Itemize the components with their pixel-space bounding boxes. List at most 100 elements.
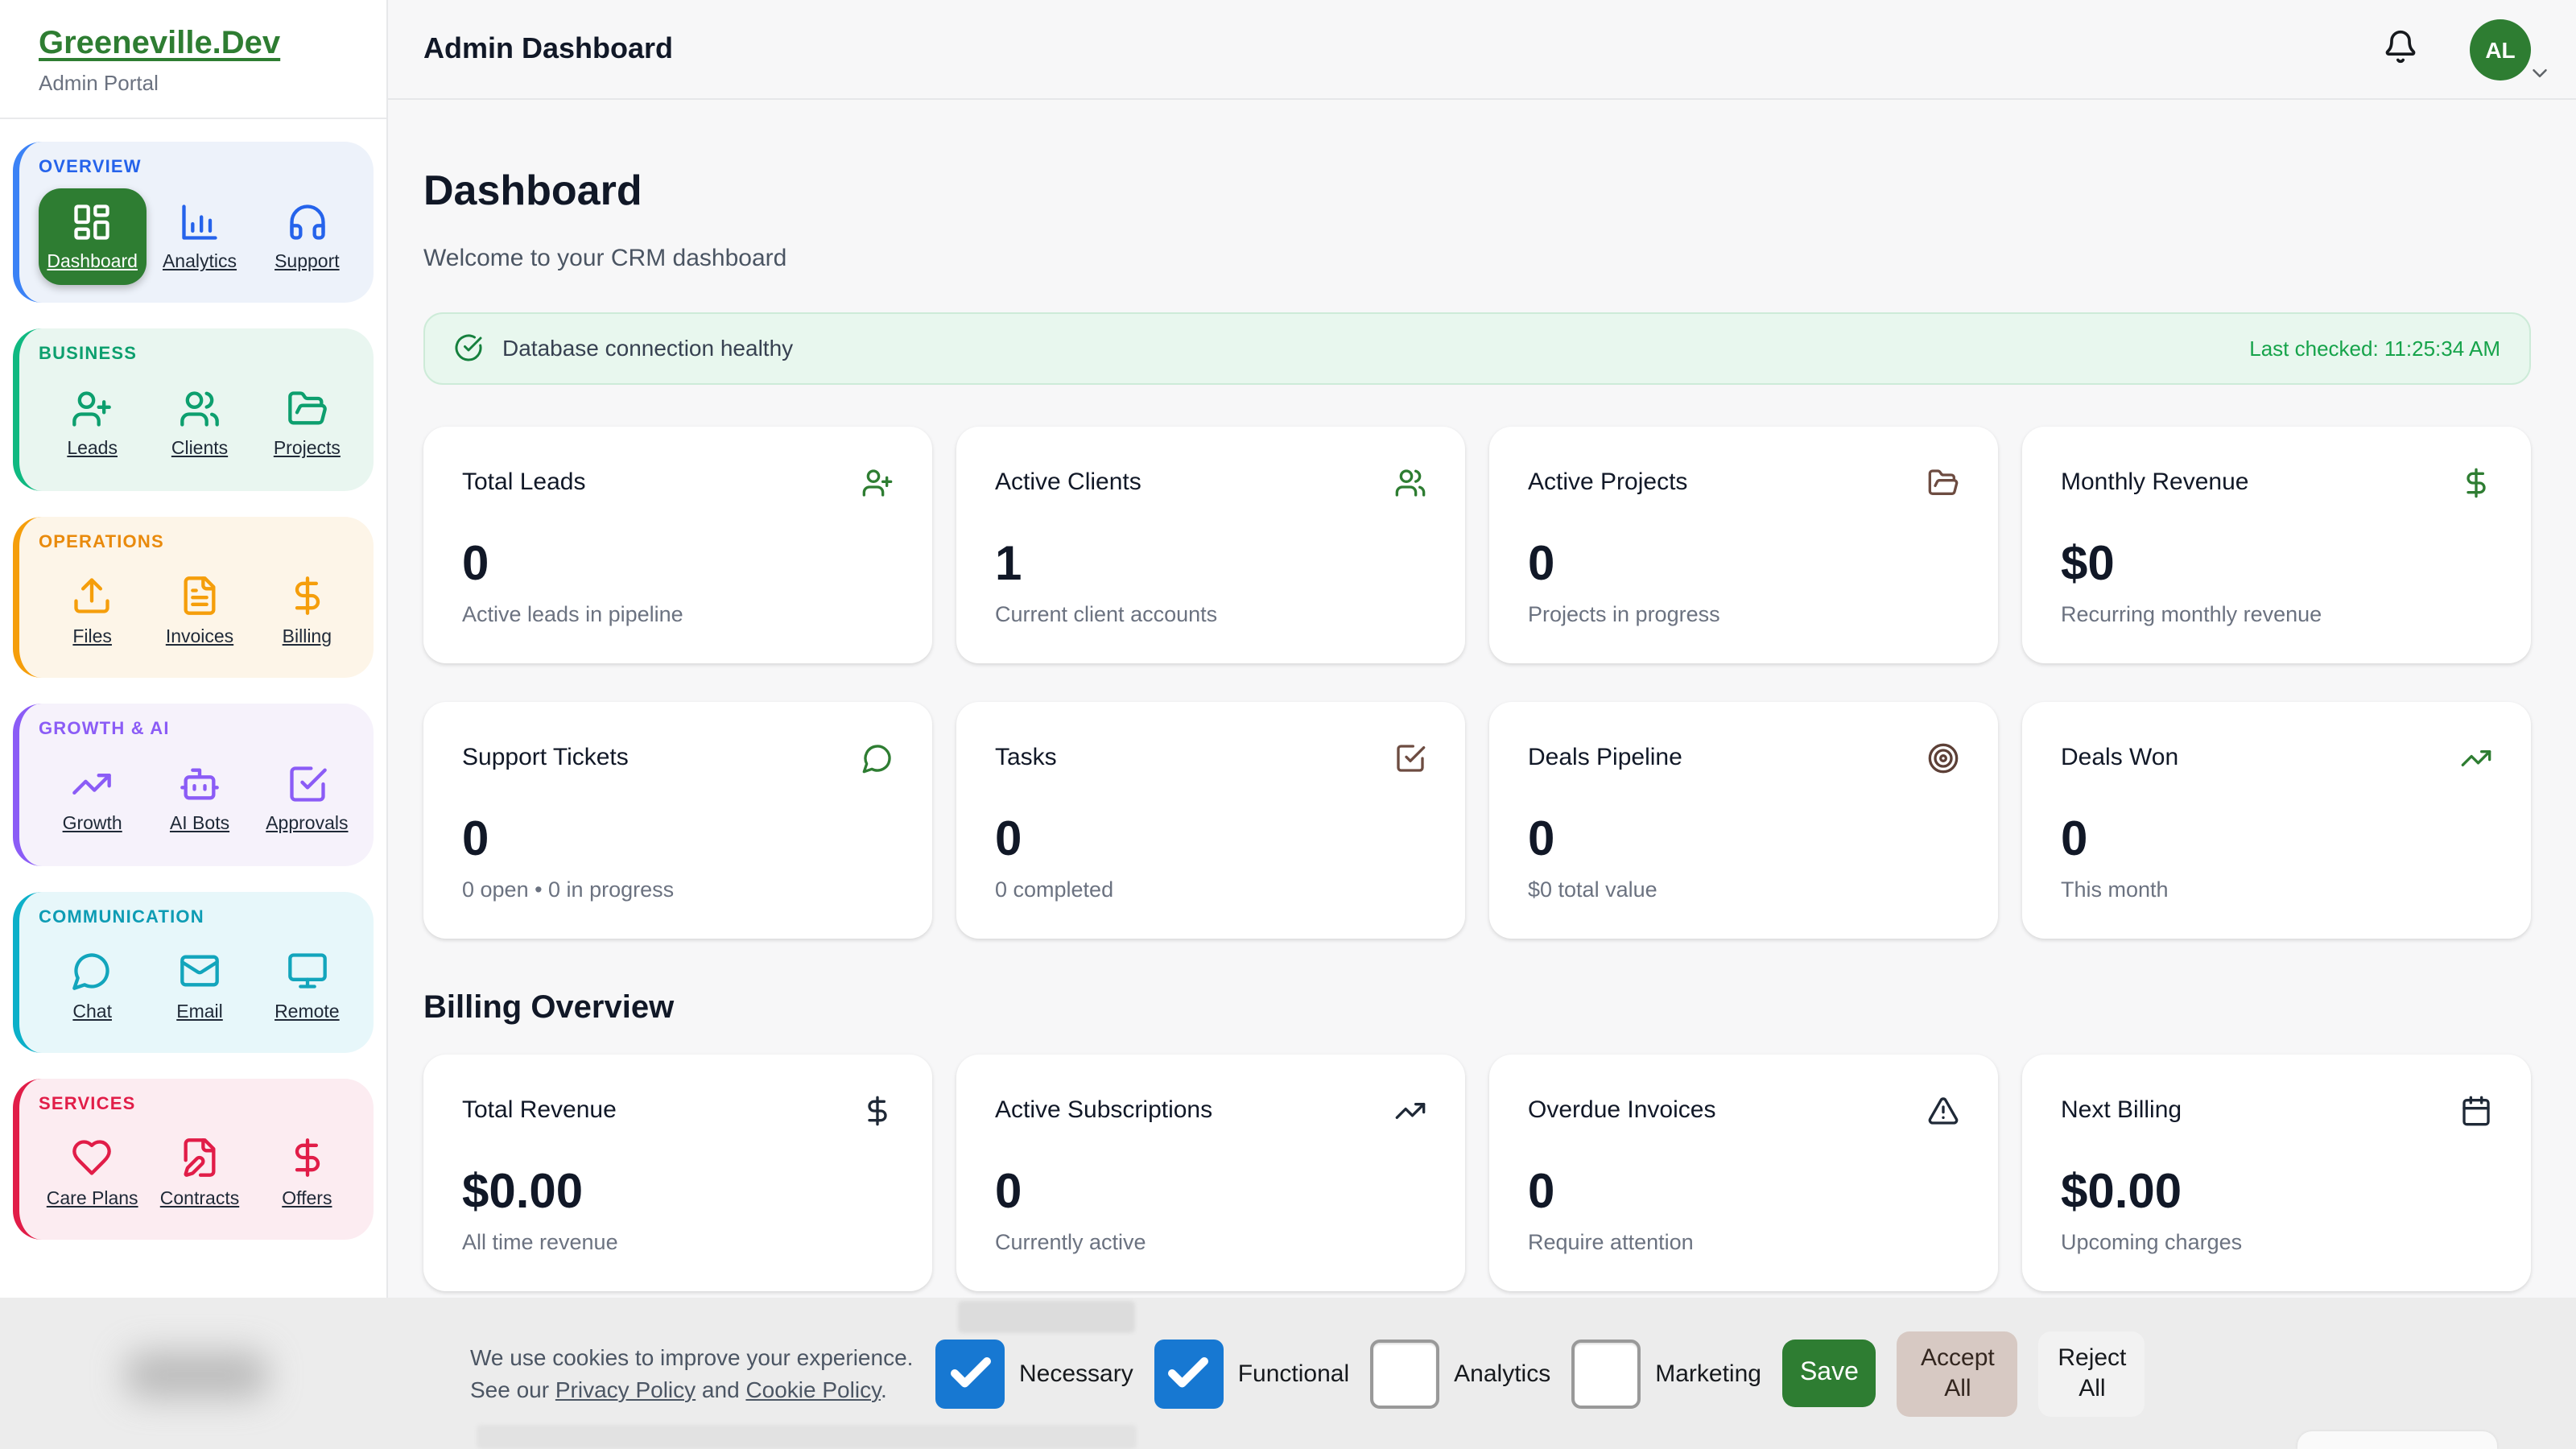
bell-icon [2383,29,2418,69]
stat-card-value: 0 [1528,816,1959,865]
sidebar-item-approvals[interactable]: Approvals [254,750,361,848]
stat-card-active-subscriptions: Active Subscriptions0Currently active [956,1055,1465,1291]
sidebar: Greeneville.Dev Admin Portal OVERVIEWDas… [0,0,388,1449]
nav-group-operations: OPERATIONSFilesInvoicesBilling [13,517,374,679]
cookie-policy-link[interactable]: Cookie Policy [745,1377,881,1402]
stat-card-title: Deals Pipeline [1528,745,1682,772]
cookie-banner: We use cookies to improve your experienc… [0,1298,2576,1449]
checkbox-unchecked[interactable] [1370,1339,1439,1408]
dollar-sign-icon [286,1137,328,1180]
reject-all-button[interactable]: Reject All [2039,1331,2145,1416]
checkbox-unchecked[interactable] [1571,1339,1641,1408]
square-check-icon [286,762,328,805]
sidebar-item-label: Leads [67,439,118,462]
nav-group-overview: OVERVIEWDashboardAnalyticsSupport [13,142,374,303]
trending-up-icon [2460,742,2492,774]
db-status-banner: Database connection healthy Last checked… [423,312,2531,385]
sidebar-item-label: AI Bots [170,813,229,836]
stat-card-active-clients: Active Clients1Current client accounts [956,427,1465,663]
checkbox-checked[interactable] [1154,1339,1224,1408]
stat-card-tasks: Tasks00 completed [956,702,1465,939]
sidebar-item-billing[interactable]: Billing [254,564,361,661]
stat-card-subtext: All time revenue [462,1230,894,1254]
stat-card-value: 0 [1528,1169,1959,1217]
logo-link[interactable]: Greeneville.Dev [39,26,280,63]
db-last-checked: Last checked: 11:25:34 AM [2249,336,2500,361]
sidebar-item-offers[interactable]: Offers [254,1125,361,1223]
sidebar-item-projects[interactable]: Projects [254,376,361,473]
square-check-icon [1394,742,1426,774]
user-menu[interactable]: AL [2470,19,2531,80]
cookie-option-analytics: Analytics [1370,1339,1550,1408]
sidebar-item-label: Clients [171,439,228,462]
sidebar-item-support[interactable]: Support [254,188,361,286]
checkbox-checked[interactable] [935,1339,1005,1408]
blurred-footer-text [126,1352,267,1397]
sidebar-item-label: Contracts [160,1188,239,1212]
sidebar-item-label: Approvals [266,813,348,836]
notifications-button[interactable] [2383,29,2418,69]
nav-group-title: GROWTH & AI [39,720,361,739]
main-content: Dashboard Welcome to your CRM dashboard … [386,100,2576,1449]
billing-grid: Total Revenue$0.00All time revenueActive… [423,1055,2531,1291]
stat-card-value: $0.00 [462,1169,894,1217]
stat-card-total-revenue: Total Revenue$0.00All time revenue [423,1055,932,1291]
stat-card-total-leads: Total Leads0Active leads in pipeline [423,427,932,663]
save-button[interactable]: Save [1782,1340,1876,1407]
sidebar-item-label: Remote [275,1001,340,1024]
cookie-option-marketing: Marketing [1571,1339,1761,1408]
sidebar-item-analytics[interactable]: Analytics [146,188,253,286]
sidebar-item-ai-bots[interactable]: AI Bots [146,750,253,848]
sidebar-item-invoices[interactable]: Invoices [146,564,253,661]
page-title: Dashboard [423,167,2531,217]
header-title: Admin Dashboard [423,32,673,66]
trending-up-icon [1394,1095,1426,1127]
stat-card-subtext: This month [2061,877,2492,902]
folder-open-icon [286,387,328,431]
sidebar-item-care-plans[interactable]: Care Plans [39,1125,146,1223]
sidebar-item-email[interactable]: Email [146,938,253,1035]
privacy-policy-link[interactable]: Privacy Policy [555,1377,696,1402]
nav-group-services: SERVICESCare PlansContractsOffers [13,1079,374,1241]
user-plus-icon [72,387,114,431]
cookie-option-necessary: Necessary [935,1339,1133,1408]
nav-group-growth-ai: GROWTH & AI Growth AI Bots Approvals [13,704,374,865]
sidebar-item-dashboard[interactable]: Dashboard [39,188,146,286]
dollar-sign-icon [286,575,328,618]
stat-card-value: 1 [995,541,1426,589]
billing-section-title: Billing Overview [423,990,2531,1027]
sidebar-item-files[interactable]: Files [39,564,146,661]
sidebar-item-label: Offers [282,1188,332,1212]
sidebar-item-label: Invoices [166,626,233,650]
cookie-content: We use cookies to improve your experienc… [470,1298,2145,1449]
message-circle-icon [861,742,894,774]
stat-card-active-projects: Active Projects0Projects in progress [1489,427,1998,663]
stat-card-next-billing: Next Billing$0.00Upcoming charges [2022,1055,2531,1291]
stat-card-subtext: Currently active [995,1230,1426,1254]
app-root: Greeneville.Dev Admin Portal OVERVIEWDas… [0,0,2576,1449]
mail-icon [179,949,221,993]
sidebar-item-chat[interactable]: Chat [39,938,146,1035]
stat-card-value: 0 [995,816,1426,865]
stat-card-overdue-invoices: Overdue Invoices0Require attention [1489,1055,1998,1291]
stat-card-subtext: Active leads in pipeline [462,602,894,626]
avatar[interactable]: AL [2470,19,2531,80]
file-pen-icon [179,1137,221,1180]
sidebar-item-leads[interactable]: Leads [39,376,146,473]
stat-card-value: $0 [2061,541,2492,589]
sidebar-item-contracts[interactable]: Contracts [146,1125,253,1223]
cookie-message-text: . [881,1377,887,1402]
layout-dashboard-icon [72,200,114,243]
db-status-text: Database connection healthy [502,336,793,361]
stat-card-subtext: 0 completed [995,877,1426,902]
stat-card-title: Total Leads [462,469,585,497]
sidebar-item-clients[interactable]: Clients [146,376,253,473]
chevron-down-icon [2528,60,2552,85]
db-status-left: Database connection healthy [454,334,793,363]
stat-card-title: Deals Won [2061,745,2178,772]
user-plus-icon [861,467,894,499]
sidebar-item-growth[interactable]: Growth [39,750,146,848]
stat-card-value: 0 [462,816,894,865]
accept-all-button[interactable]: Accept All [1897,1331,2018,1416]
sidebar-item-remote[interactable]: Remote [254,938,361,1035]
